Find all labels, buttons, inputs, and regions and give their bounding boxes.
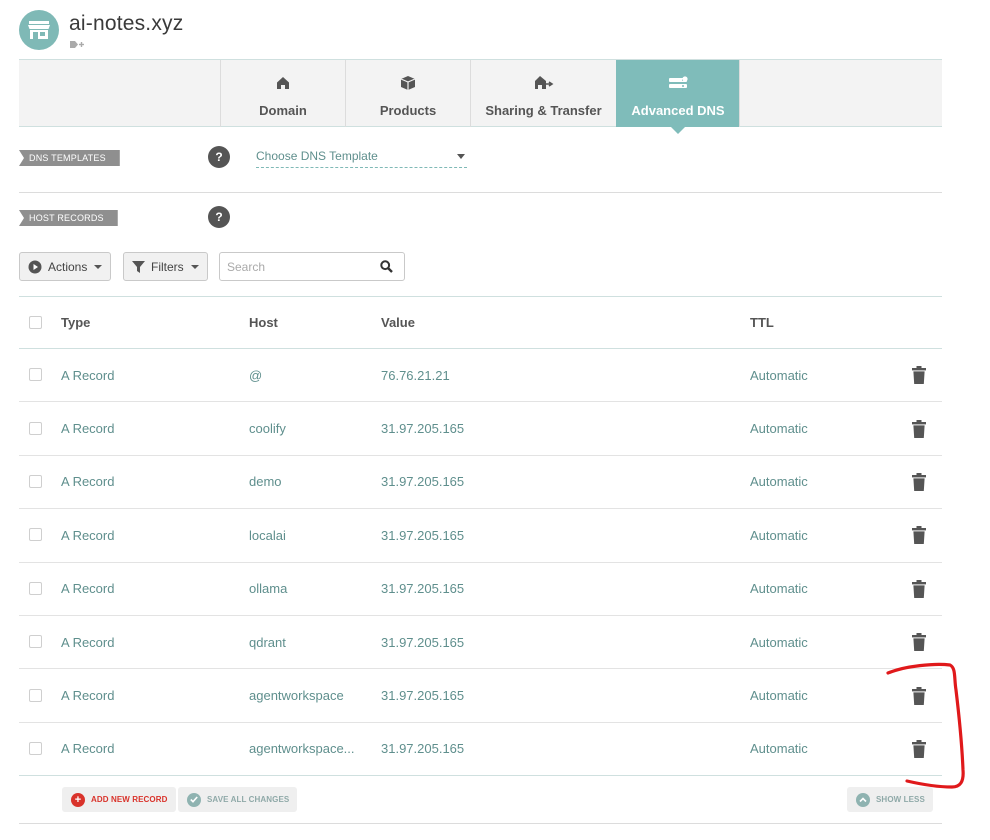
chevron-up-icon bbox=[856, 792, 870, 807]
record-host[interactable]: coolify bbox=[249, 402, 364, 454]
header-host: Host bbox=[249, 315, 278, 330]
trash-icon[interactable] bbox=[912, 633, 926, 652]
record-value[interactable]: 76.76.21.21 bbox=[381, 349, 450, 401]
record-ttl[interactable]: Automatic bbox=[750, 669, 808, 721]
trash-icon[interactable] bbox=[912, 579, 926, 598]
host-records-table: Type Host Value TTL A Record @76.76.21.21… bbox=[19, 296, 942, 777]
actions-button[interactable]: Actions bbox=[19, 252, 112, 281]
record-ttl[interactable]: Automatic bbox=[750, 349, 808, 401]
dns-template-select[interactable]: Choose DNS Template bbox=[256, 146, 467, 168]
host-records-label: HOST RECORDS bbox=[19, 210, 118, 226]
trash-icon[interactable] bbox=[912, 419, 926, 438]
row-checkbox[interactable] bbox=[29, 581, 42, 595]
dns-templates-help-icon[interactable]: ? bbox=[208, 146, 230, 168]
record-ttl[interactable]: Automatic bbox=[750, 456, 808, 508]
trash-icon[interactable] bbox=[912, 526, 926, 545]
record-value[interactable]: 31.97.205.165 bbox=[381, 509, 464, 561]
record-host[interactable]: qdrant bbox=[249, 616, 364, 668]
record-value[interactable]: 31.97.205.165 bbox=[381, 616, 464, 668]
server-icon bbox=[668, 74, 688, 92]
search-icon[interactable] bbox=[380, 260, 393, 273]
table-header: Type Host Value TTL bbox=[19, 296, 942, 349]
header-ttl: TTL bbox=[750, 315, 774, 330]
row-checkbox[interactable] bbox=[29, 528, 42, 542]
transfer-icon bbox=[534, 74, 554, 92]
header-type: Type bbox=[61, 315, 91, 330]
table-row: A Record localai 31.97.205.165 Automatic bbox=[19, 509, 942, 563]
trash-icon[interactable] bbox=[912, 739, 926, 758]
tab-advanced-dns[interactable]: Advanced DNS bbox=[616, 60, 739, 134]
plus-icon: + bbox=[71, 792, 85, 807]
row-checkbox[interactable] bbox=[29, 368, 42, 382]
play-circle-icon bbox=[28, 260, 42, 273]
table-row: A Record demo 31.97.205.165 Automatic bbox=[19, 456, 942, 510]
table-row: A Record ollama 31.97.205.165 Automatic bbox=[19, 563, 942, 616]
chevron-down-icon bbox=[457, 154, 465, 159]
header-value: Value bbox=[381, 315, 415, 330]
record-ttl[interactable]: Automatic bbox=[750, 616, 808, 668]
filter-icon bbox=[132, 260, 145, 273]
record-host[interactable]: ollama bbox=[249, 563, 364, 615]
tab-domain[interactable]: Domain bbox=[220, 60, 345, 127]
record-type[interactable]: A Record bbox=[61, 402, 114, 454]
save-all-changes-button[interactable]: SAVE ALL CHANGES bbox=[178, 787, 298, 812]
record-host[interactable]: localai bbox=[249, 509, 364, 561]
row-checkbox[interactable] bbox=[29, 688, 42, 702]
record-type[interactable]: A Record bbox=[61, 509, 114, 561]
record-type[interactable]: A Record bbox=[61, 669, 114, 721]
search-input[interactable] bbox=[220, 253, 370, 280]
store-icon bbox=[19, 10, 59, 50]
select-all-checkbox[interactable] bbox=[29, 315, 42, 329]
trash-icon[interactable] bbox=[912, 686, 926, 705]
box-icon bbox=[400, 74, 416, 92]
record-value[interactable]: 31.97.205.165 bbox=[381, 456, 464, 508]
host-records-help-icon[interactable]: ? bbox=[208, 206, 230, 228]
table-row: A Record @76.76.21.21 Automatic bbox=[19, 349, 942, 403]
record-type[interactable]: A Record bbox=[61, 349, 114, 401]
record-type[interactable]: A Record bbox=[61, 723, 114, 775]
tabs-bar: Domain Products Sharing & Transfer Advan… bbox=[19, 59, 942, 134]
search-box bbox=[219, 252, 405, 281]
record-host[interactable]: @ bbox=[249, 349, 364, 401]
record-host[interactable]: demo bbox=[249, 456, 364, 508]
chevron-down-icon bbox=[94, 264, 103, 269]
add-new-record-button[interactable]: + ADD NEW RECORD bbox=[62, 787, 176, 812]
record-type[interactable]: A Record bbox=[61, 616, 114, 668]
chevron-down-icon bbox=[190, 264, 199, 269]
domain-header: ai-notes.xyz bbox=[19, 10, 183, 54]
record-type[interactable]: A Record bbox=[61, 456, 114, 508]
tab-products[interactable]: Products bbox=[345, 60, 470, 127]
record-type[interactable]: A Record bbox=[61, 563, 114, 615]
trash-icon[interactable] bbox=[912, 472, 926, 491]
filters-button[interactable]: Filters bbox=[123, 252, 208, 281]
record-host[interactable]: agentworkspace bbox=[249, 669, 364, 721]
record-ttl[interactable]: Automatic bbox=[750, 402, 808, 454]
table-row: A Record agentworkspace... 31.97.205.165 Au… bbox=[19, 723, 942, 777]
record-value[interactable]: 31.97.205.165 bbox=[381, 563, 464, 615]
row-checkbox[interactable] bbox=[29, 474, 42, 488]
dns-templates-label: DNS TEMPLATES bbox=[19, 150, 120, 166]
record-value[interactable]: 31.97.205.165 bbox=[381, 669, 464, 721]
table-row: A Record qdrant 31.97.205.165 Automatic bbox=[19, 616, 942, 670]
table-row: A Record coolify 31.97.205.165 Automatic bbox=[19, 402, 942, 456]
tag-add-icon[interactable] bbox=[70, 40, 84, 49]
home-icon bbox=[276, 74, 290, 92]
row-checkbox[interactable] bbox=[29, 421, 42, 435]
record-ttl[interactable]: Automatic bbox=[750, 563, 808, 615]
check-icon bbox=[187, 792, 201, 807]
row-checkbox[interactable] bbox=[29, 635, 42, 649]
tab-sharing-transfer[interactable]: Sharing & Transfer bbox=[470, 60, 616, 127]
record-value[interactable]: 31.97.205.165 bbox=[381, 402, 464, 454]
record-ttl[interactable]: Automatic bbox=[750, 509, 808, 561]
record-ttl[interactable]: Automatic bbox=[750, 723, 808, 775]
table-row: A Record agentworkspace 31.97.205.165 Autom… bbox=[19, 669, 942, 723]
domain-title: ai-notes.xyz bbox=[69, 12, 184, 35]
record-host[interactable]: agentworkspace... bbox=[249, 723, 364, 775]
trash-icon[interactable] bbox=[912, 366, 926, 385]
row-checkbox[interactable] bbox=[29, 741, 42, 755]
show-less-button[interactable]: SHOW LESS bbox=[847, 787, 933, 812]
record-value[interactable]: 31.97.205.165 bbox=[381, 723, 464, 775]
